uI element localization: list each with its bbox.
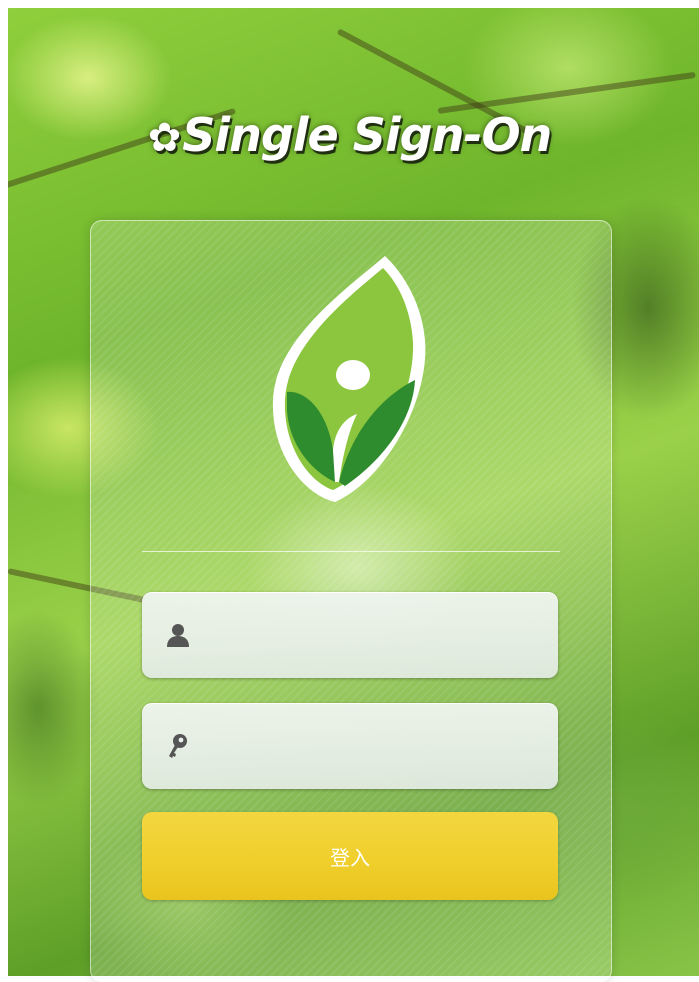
password-field[interactable] [142, 703, 558, 791]
divider [142, 551, 560, 552]
key-icon [169, 734, 187, 758]
user-icon [167, 624, 189, 647]
gear-icon: ✿ [147, 115, 182, 161]
page-title-text: Single Sign-On [182, 108, 552, 162]
password-input[interactable] [202, 703, 546, 791]
page-title: ✿Single Sign-On [0, 108, 699, 162]
leaf-person-logo [272, 256, 426, 502]
username-input[interactable] [202, 592, 546, 680]
username-field[interactable] [142, 592, 558, 680]
login-button[interactable]: 登入 [142, 812, 558, 900]
